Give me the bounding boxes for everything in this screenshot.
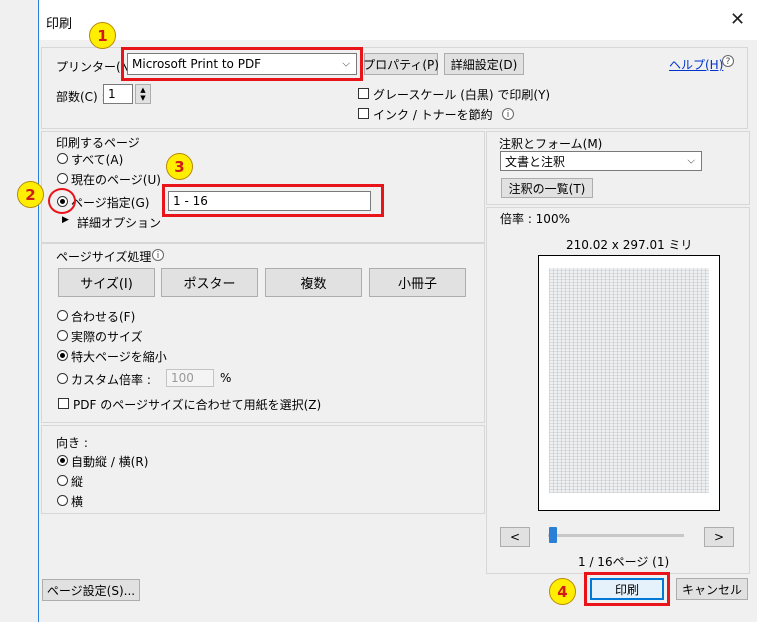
preview-scale: 倍率 : 100% (500, 212, 570, 226)
preview-prev-button[interactable]: < (500, 527, 530, 547)
help-link[interactable]: ヘルプ(H) (669, 56, 723, 73)
more-options-label[interactable]: 詳細オプション (77, 214, 161, 231)
save-ink-checkbox[interactable] (358, 108, 369, 119)
save-ink-label: インク / トナーを節約 (373, 108, 493, 122)
highlight-print-button (584, 572, 670, 606)
fit-radio[interactable] (57, 310, 68, 321)
shrink-radio[interactable] (57, 350, 68, 361)
highlight-printer (121, 47, 363, 81)
callout-4: 4 (549, 578, 576, 605)
actual-size-radio[interactable] (57, 330, 68, 341)
auto-orientation-label: 自動縦 / 横(R) (71, 455, 149, 469)
comments-select[interactable]: 文書と注釈 ⌵ (500, 151, 702, 171)
paper-by-pdf-checkbox[interactable] (58, 398, 69, 409)
page-setup-button[interactable]: ページ設定(S)... (42, 579, 140, 601)
fit-label: 合わせる(F) (71, 310, 136, 324)
window-title: 印刷 (46, 17, 73, 32)
comments-select-value: 文書と注釈 (505, 154, 566, 169)
page-sizing-info-icon[interactable]: i (152, 249, 164, 261)
stepper-up-icon[interactable]: ▲ (140, 86, 145, 94)
multiple-button[interactable]: 複数 (265, 268, 362, 297)
callout-2: 2 (17, 181, 44, 208)
help-icon[interactable]: ? (722, 55, 734, 67)
cancel-button[interactable]: キャンセル (676, 578, 748, 600)
custom-scale-label: カスタム倍率 : (71, 373, 151, 387)
preview-size: 210.02 x 297.01 ミリ (566, 238, 693, 252)
preview-page-content (549, 268, 709, 493)
portrait-label: 縦 (71, 475, 84, 489)
preview-slider-thumb[interactable] (549, 527, 557, 543)
poster-button[interactable]: ポスター (161, 268, 258, 297)
pages-all-radio[interactable] (57, 153, 68, 164)
landscape-label: 横 (71, 495, 84, 509)
pages-group-label: 印刷するページ (56, 136, 140, 150)
orientation-label: 向き : (56, 436, 88, 450)
pages-current-radio[interactable] (57, 173, 68, 184)
stepper-down-icon[interactable]: ▼ (140, 94, 145, 102)
info-icon[interactable]: i (502, 108, 514, 120)
auto-orientation-radio[interactable] (57, 455, 68, 466)
title-bar (39, 0, 757, 40)
pages-all-label: すべて(A) (71, 153, 124, 167)
comments-summary-button[interactable]: 注釈の一覧(T) (501, 178, 593, 198)
pages-range-label: ページ指定(G) (71, 196, 150, 210)
highlight-page-range (162, 184, 384, 217)
custom-scale-input[interactable]: 100 (166, 369, 214, 387)
grayscale-checkbox[interactable] (358, 88, 369, 99)
callout-1: 1 (89, 22, 116, 49)
highlight-range-radio (48, 188, 76, 214)
copies-stepper[interactable]: ▲ ▼ (135, 84, 151, 104)
properties-button[interactable]: プロパティ(P) (363, 53, 439, 75)
portrait-radio[interactable] (57, 475, 68, 486)
close-icon[interactable]: ✕ (730, 9, 745, 30)
custom-scale-radio[interactable] (57, 373, 68, 384)
preview-page (538, 255, 720, 511)
percent-label: % (220, 371, 232, 385)
preview-next-button[interactable]: > (704, 527, 734, 547)
preview-page-counter: 1 / 16ページ (1) (578, 555, 670, 569)
shrink-label: 特大ページを縮小 (71, 350, 167, 364)
comments-label: 注釈とフォーム(M) (499, 137, 603, 151)
preview-slider-track[interactable] (548, 534, 684, 537)
window-edge (38, 0, 39, 622)
copies-label: 部数(C) : (56, 90, 106, 104)
grayscale-label: グレースケール (白黒) で印刷(Y) (373, 88, 551, 102)
pages-current-label: 現在のページ(U) (71, 173, 161, 187)
actual-size-label: 実際のサイズ (71, 330, 143, 344)
advanced-button[interactable]: 詳細設定(D) (444, 53, 524, 75)
callout-3: 3 (166, 153, 193, 180)
copies-input[interactable]: 1 (103, 84, 133, 104)
page-sizing-label: ページサイズ処理 (56, 250, 152, 264)
size-button[interactable]: サイズ(I) (58, 268, 155, 297)
chevron-down-icon: ⌵ (687, 155, 695, 167)
booklet-button[interactable]: 小冊子 (369, 268, 466, 297)
expand-triangle-icon[interactable]: ▶ (62, 215, 69, 225)
print-dialog: 印刷 ✕ プリンター(N) Microsoft Print to PDF ⌵ プ… (0, 0, 757, 622)
paper-by-pdf-label: PDF のページサイズに合わせて用紙を選択(Z) (73, 398, 322, 412)
landscape-radio[interactable] (57, 495, 68, 506)
